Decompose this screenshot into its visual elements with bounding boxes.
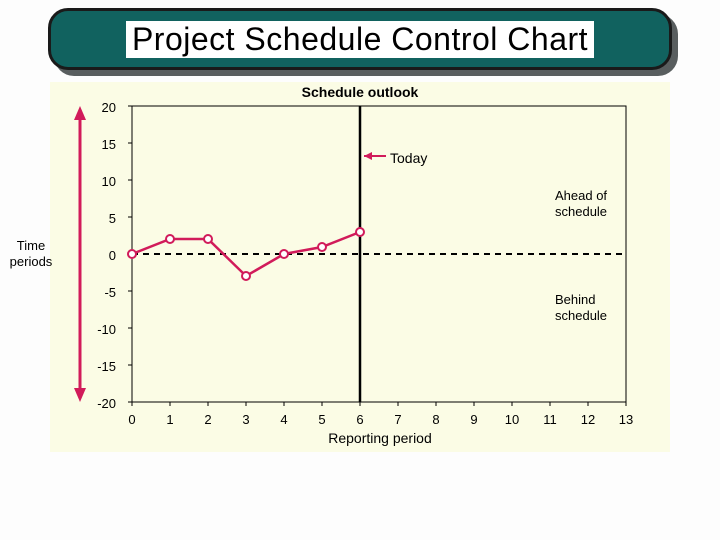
- page-title: Project Schedule Control Chart: [126, 21, 594, 58]
- today-arrow: [364, 152, 386, 160]
- chart-container: Schedule outlook Time periods Reporting …: [50, 82, 670, 452]
- range-arrow-icon: [74, 106, 86, 402]
- title-card: Project Schedule Control Chart: [48, 8, 672, 70]
- title-card-face: Project Schedule Control Chart: [48, 8, 672, 70]
- chart-svg: [50, 82, 670, 452]
- y-axis-label: Time periods: [6, 238, 56, 269]
- x-tick-marks: [132, 402, 626, 406]
